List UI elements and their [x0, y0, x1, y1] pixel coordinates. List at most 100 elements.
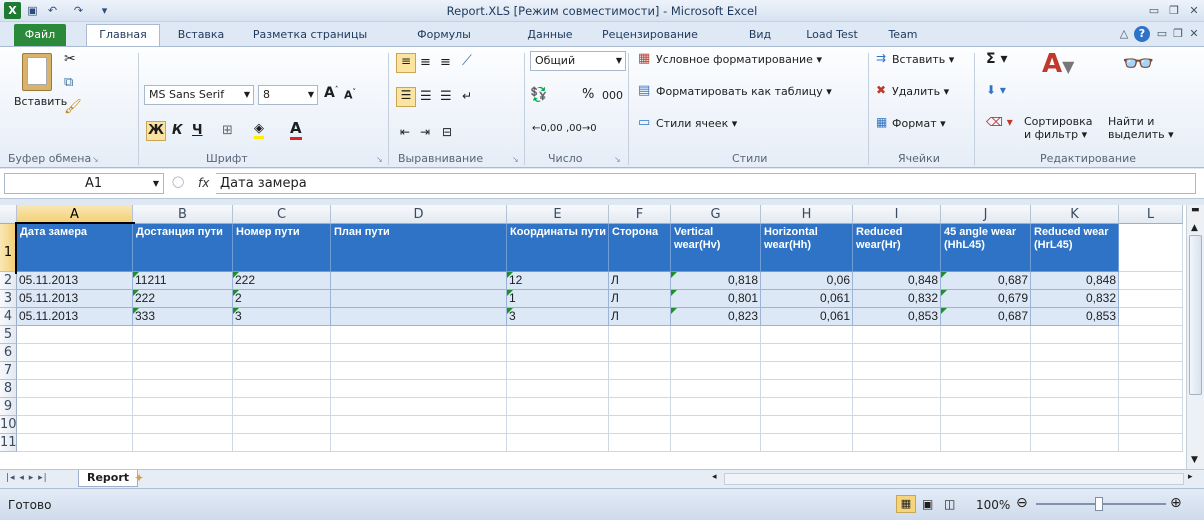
- empty-cell[interactable]: [1119, 308, 1183, 326]
- sheet-nav-icon[interactable]: |◂ ◂ ▸ ▸|: [6, 473, 48, 483]
- alignment-dialog-launcher-icon[interactable]: ↘: [512, 155, 519, 164]
- empty-cell[interactable]: [941, 344, 1031, 362]
- close-icon[interactable]: ✕: [1186, 3, 1202, 19]
- dialog-launcher-icon[interactable]: ↘: [92, 155, 99, 164]
- empty-cell[interactable]: [1031, 326, 1119, 344]
- doc-minimize-icon[interactable]: ▭: [1154, 26, 1170, 42]
- table-cell[interactable]: 0,687: [941, 272, 1031, 290]
- cell-styles-button[interactable]: Стили ячеек ▾: [656, 117, 737, 130]
- empty-cell[interactable]: [1119, 224, 1183, 272]
- paste-icon[interactable]: [22, 53, 52, 91]
- row-header-3[interactable]: 3: [0, 290, 17, 308]
- empty-cell[interactable]: [1031, 380, 1119, 398]
- empty-cell[interactable]: [941, 398, 1031, 416]
- row-header-5[interactable]: 5: [0, 326, 17, 344]
- column-header-a[interactable]: A: [17, 205, 133, 224]
- scroll-left-icon[interactable]: ◂: [712, 472, 717, 482]
- empty-cell[interactable]: [17, 380, 133, 398]
- empty-cell[interactable]: [761, 380, 853, 398]
- header-cell[interactable]: Reduced wear (HrL45): [1031, 224, 1119, 272]
- tab-view[interactable]: Вид: [740, 26, 780, 46]
- autosum-icon[interactable]: Σ ▾: [986, 51, 1007, 67]
- sheet-tab-report[interactable]: Report: [78, 470, 139, 487]
- empty-cell[interactable]: [609, 434, 671, 452]
- column-header-b[interactable]: B: [133, 205, 233, 224]
- shrink-font-icon[interactable]: A˅: [344, 88, 356, 102]
- table-cell[interactable]: Л: [609, 290, 671, 308]
- empty-cell[interactable]: [133, 326, 233, 344]
- wrap-text-icon[interactable]: ↵: [462, 89, 472, 103]
- table-cell[interactable]: 12: [507, 272, 609, 290]
- tab-review[interactable]: Рецензирование: [590, 26, 710, 46]
- table-cell[interactable]: 222: [233, 272, 331, 290]
- doc-restore-icon[interactable]: ❐: [1170, 26, 1186, 42]
- empty-cell[interactable]: [609, 416, 671, 434]
- orientation-icon[interactable]: ⟋: [462, 53, 472, 69]
- tab-home[interactable]: Главная: [86, 24, 160, 46]
- empty-cell[interactable]: [941, 362, 1031, 380]
- zoom-out-icon[interactable]: ⊖: [1016, 495, 1028, 511]
- format-cells-icon[interactable]: ▦: [876, 115, 887, 129]
- tab-load-test[interactable]: Load Test: [796, 26, 868, 46]
- empty-cell[interactable]: [671, 398, 761, 416]
- minimize-ribbon-icon[interactable]: △: [1116, 26, 1132, 42]
- empty-cell[interactable]: [233, 380, 331, 398]
- column-header-h[interactable]: H: [761, 205, 853, 224]
- empty-cell[interactable]: [1119, 416, 1183, 434]
- insert-cells-icon[interactable]: ⇉: [876, 51, 886, 65]
- percent-button[interactable]: %: [582, 87, 594, 102]
- empty-cell[interactable]: [233, 416, 331, 434]
- page-break-view-icon[interactable]: ◫: [944, 497, 955, 511]
- name-box[interactable]: A1 ▼: [4, 173, 164, 194]
- empty-cell[interactable]: [1119, 398, 1183, 416]
- split-handle-icon[interactable]: ▬: [1191, 205, 1200, 215]
- empty-cell[interactable]: [941, 416, 1031, 434]
- scroll-up-icon[interactable]: ▲: [1191, 223, 1198, 233]
- empty-cell[interactable]: [761, 434, 853, 452]
- table-cell[interactable]: 0,818: [671, 272, 761, 290]
- empty-cell[interactable]: [507, 326, 609, 344]
- row-header-9[interactable]: 9: [0, 398, 17, 416]
- empty-cell[interactable]: [853, 326, 941, 344]
- table-cell[interactable]: 0,06: [761, 272, 853, 290]
- empty-cell[interactable]: [233, 326, 331, 344]
- zoom-in-icon[interactable]: ⊕: [1170, 495, 1182, 511]
- column-header-l[interactable]: L: [1119, 205, 1183, 224]
- empty-cell[interactable]: [17, 398, 133, 416]
- empty-cell[interactable]: [1031, 344, 1119, 362]
- table-cell[interactable]: 0,848: [1031, 272, 1119, 290]
- empty-cell[interactable]: [1031, 398, 1119, 416]
- row-header-11[interactable]: 11: [0, 434, 17, 452]
- decrease-indent-icon[interactable]: ⇤: [400, 125, 410, 139]
- formula-input[interactable]: Дата замера: [216, 173, 1196, 194]
- table-cell[interactable]: [331, 290, 507, 308]
- sort-filter-button[interactable]: Сортировка и фильтр ▾: [1024, 115, 1093, 141]
- zoom-level[interactable]: 100%: [976, 498, 1010, 512]
- empty-cell[interactable]: [761, 344, 853, 362]
- help-icon[interactable]: ?: [1134, 26, 1150, 42]
- insert-sheet-icon[interactable]: ✦: [134, 471, 144, 485]
- align-middle-icon[interactable]: ≡: [420, 55, 431, 70]
- tab-data[interactable]: Данные: [522, 26, 578, 46]
- empty-cell[interactable]: [1031, 434, 1119, 452]
- cell-styles-icon[interactable]: ▭: [638, 115, 650, 130]
- empty-cell[interactable]: [133, 380, 233, 398]
- italic-button[interactable]: К: [172, 123, 183, 138]
- row-header-7[interactable]: 7: [0, 362, 17, 380]
- header-cell[interactable]: Сторона: [609, 224, 671, 272]
- table-cell[interactable]: [331, 308, 507, 326]
- page-layout-view-icon[interactable]: ▣: [922, 497, 933, 511]
- tab-insert[interactable]: Вставка: [168, 26, 234, 46]
- header-cell[interactable]: Horizontal wear(Hh): [761, 224, 853, 272]
- table-cell[interactable]: 0,853: [853, 308, 941, 326]
- empty-cell[interactable]: [133, 362, 233, 380]
- empty-cell[interactable]: [331, 398, 507, 416]
- minimize-icon[interactable]: ▭: [1146, 3, 1162, 19]
- empty-cell[interactable]: [761, 326, 853, 344]
- fill-color-icon[interactable]: ◈: [254, 121, 264, 139]
- empty-cell[interactable]: [609, 362, 671, 380]
- align-bottom-icon[interactable]: ≡: [440, 55, 451, 70]
- font-color-icon[interactable]: A: [290, 119, 302, 140]
- header-cell[interactable]: Координаты пути: [507, 224, 609, 272]
- table-cell[interactable]: 05.11.2013: [17, 308, 133, 326]
